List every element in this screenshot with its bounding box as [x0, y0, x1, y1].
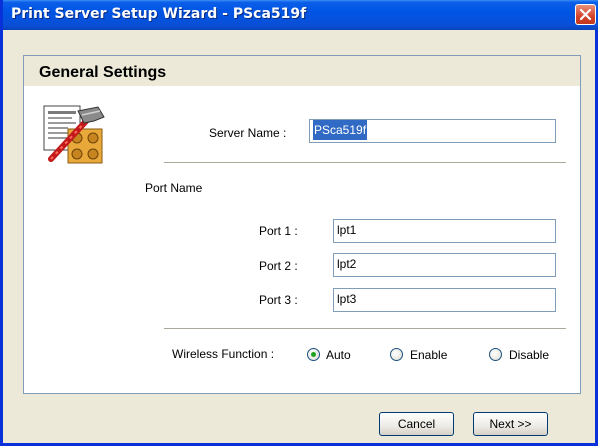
radio-enable[interactable]: [390, 348, 403, 361]
port1-label: Port 1 :: [259, 224, 298, 238]
port3-input[interactable]: lpt3: [333, 288, 556, 312]
radio-checked-dot: [311, 352, 316, 357]
panel-header: General Settings: [24, 56, 580, 86]
title-bar[interactable]: Print Server Setup Wizard - PSca519f: [3, 0, 598, 30]
port1-value: lpt1: [337, 223, 357, 237]
port2-value: lpt2: [337, 257, 357, 271]
port-name-section-label: Port Name: [145, 181, 203, 195]
radio-auto[interactable]: [307, 348, 320, 361]
port3-label: Port 3 :: [259, 293, 298, 307]
close-icon: [579, 8, 592, 21]
separator-top: [164, 162, 566, 164]
wizard-window: Print Server Setup Wizard - PSca519f Gen…: [0, 0, 598, 446]
port2-input[interactable]: lpt2: [333, 253, 556, 277]
cancel-button[interactable]: Cancel: [379, 412, 454, 436]
window-title: Print Server Setup Wizard - PSca519f: [11, 6, 307, 22]
port3-value: lpt3: [337, 292, 357, 306]
separator-bottom: [164, 328, 566, 330]
server-name-label: Server Name :: [209, 126, 287, 140]
server-name-input[interactable]: PSca519f: [309, 119, 556, 143]
port1-input[interactable]: lpt1: [333, 219, 556, 243]
radio-disable-label[interactable]: Disable: [509, 348, 549, 362]
wireless-function-label: Wireless Function :: [172, 347, 275, 361]
close-button[interactable]: [575, 4, 596, 25]
port2-label: Port 2 :: [259, 259, 298, 273]
next-button[interactable]: Next >>: [473, 412, 548, 436]
radio-enable-label[interactable]: Enable: [410, 348, 447, 362]
server-name-value: PSca519f: [313, 120, 368, 140]
radio-disable[interactable]: [489, 348, 502, 361]
settings-panel: General Settings Server Name : PSca519f: [23, 55, 581, 394]
radio-auto-label[interactable]: Auto: [326, 348, 351, 362]
wizard-tools-icon: [43, 105, 105, 164]
page-title: General Settings: [39, 64, 167, 81]
